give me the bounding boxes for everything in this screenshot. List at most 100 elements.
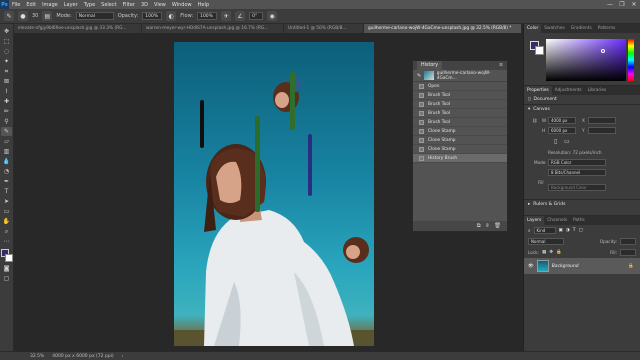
y-field[interactable] bbox=[588, 127, 616, 134]
history-brush-source-icon[interactable]: ✎ bbox=[417, 73, 421, 79]
blend-mode-select[interactable]: Normal bbox=[528, 238, 564, 245]
menu-file[interactable]: File bbox=[9, 2, 23, 8]
tab-paths[interactable]: Paths bbox=[570, 216, 588, 225]
zoom-tool-icon[interactable]: ⌕ bbox=[1, 227, 12, 236]
hue-slider[interactable] bbox=[628, 39, 634, 81]
mode-select[interactable]: Normal bbox=[75, 12, 114, 20]
tab-history[interactable]: History bbox=[417, 61, 443, 70]
tab-document-2[interactable]: warren-meyer-wyr-HOdlS7A-unsplash.jpg @ … bbox=[142, 24, 284, 33]
bg-color-chip[interactable] bbox=[535, 46, 544, 55]
zoom-level[interactable]: 32.5% bbox=[30, 354, 44, 359]
close-icon[interactable]: ✕ bbox=[628, 1, 640, 8]
height-field[interactable]: 6000 px bbox=[548, 127, 576, 134]
menu-image[interactable]: Image bbox=[39, 2, 61, 8]
brush-tool-icon[interactable]: ✏ bbox=[1, 107, 12, 116]
history-brush-tool-icon[interactable]: ✎ bbox=[1, 127, 12, 136]
type-filter-icon[interactable]: T bbox=[573, 228, 576, 233]
lasso-tool-icon[interactable]: ◌ bbox=[1, 47, 12, 56]
portrait-orientation-icon[interactable]: ▯ bbox=[554, 138, 557, 145]
menu-edit[interactable]: Edit bbox=[23, 2, 39, 8]
blur-tool-icon[interactable]: 💧 bbox=[1, 157, 12, 166]
layer-fill-field[interactable] bbox=[620, 249, 636, 256]
color-swatches[interactable] bbox=[0, 249, 13, 263]
eraser-tool-icon[interactable]: ▱ bbox=[1, 137, 12, 146]
eye-icon[interactable]: 👁 bbox=[528, 264, 534, 269]
tab-channels[interactable]: Channels bbox=[544, 216, 570, 225]
rectangle-tool-icon[interactable]: ▭ bbox=[1, 207, 12, 216]
airbrush-icon[interactable]: ✈ bbox=[221, 11, 232, 21]
crop-tool-icon[interactable]: ⌗ bbox=[1, 67, 12, 76]
tab-layers[interactable]: Layers bbox=[524, 216, 545, 225]
bit-depth-select[interactable]: 8 Bits/Channel bbox=[548, 169, 606, 176]
status-arrow-icon[interactable]: › bbox=[122, 354, 124, 359]
pen-tool-icon[interactable]: ✒ bbox=[1, 177, 12, 186]
history-step[interactable]: Brush Tool bbox=[413, 109, 507, 118]
lock-position-icon[interactable]: ✥ bbox=[549, 250, 553, 255]
brush-preset-icon[interactable]: ● bbox=[18, 11, 28, 21]
x-field[interactable] bbox=[588, 117, 616, 124]
gradient-tool-icon[interactable]: ▥ bbox=[1, 147, 12, 156]
menu-window[interactable]: Window bbox=[169, 2, 195, 8]
menu-3d[interactable]: 3D bbox=[138, 2, 151, 8]
minimize-icon[interactable]: — bbox=[604, 1, 616, 8]
tab-color[interactable]: Color bbox=[524, 24, 542, 33]
adjustment-filter-icon[interactable]: ◑ bbox=[566, 228, 570, 233]
history-step[interactable]: Brush Tool bbox=[413, 118, 507, 127]
pressure-size-icon[interactable]: ◉ bbox=[267, 11, 278, 21]
flow-field[interactable]: 100% bbox=[197, 12, 218, 20]
type-tool-icon[interactable]: T bbox=[1, 187, 12, 196]
quick-select-tool-icon[interactable]: ✦ bbox=[1, 57, 12, 66]
history-step[interactable]: Clone Stamp bbox=[413, 145, 507, 154]
tab-document-4[interactable]: guilherme-carlano-wojW-4GaCme-unsplash.j… bbox=[364, 24, 522, 33]
more-tools-icon[interactable]: ⋯ bbox=[1, 237, 12, 246]
history-brush-icon[interactable]: ✎ bbox=[4, 11, 14, 21]
shape-filter-icon[interactable]: ▢ bbox=[578, 228, 582, 233]
tab-patterns[interactable]: Patterns bbox=[595, 24, 619, 33]
fill-select[interactable]: Background Color bbox=[548, 184, 606, 191]
angle-icon[interactable]: ∠ bbox=[235, 11, 246, 21]
opacity-field[interactable]: 100% bbox=[142, 12, 163, 20]
lock-pixels-icon[interactable]: ▦ bbox=[542, 250, 546, 255]
link-icon[interactable]: ⛓ bbox=[532, 118, 537, 124]
menu-type[interactable]: Type bbox=[81, 2, 98, 8]
tab-gradients[interactable]: Gradients bbox=[568, 24, 595, 33]
document-canvas-photo[interactable] bbox=[174, 42, 374, 346]
menu-layer[interactable]: Layer bbox=[61, 2, 81, 8]
color-mode-select[interactable]: RGB Color bbox=[548, 159, 606, 166]
move-tool-icon[interactable]: ✥ bbox=[1, 27, 12, 36]
quick-mask-icon[interactable]: ◙ bbox=[1, 264, 12, 273]
angle-field[interactable]: 0° bbox=[249, 12, 264, 20]
tab-document-3[interactable]: Untitled-1 @ 50% (RGB/8... bbox=[284, 24, 364, 33]
layer-lock-icon[interactable]: 🔒 bbox=[628, 264, 640, 269]
history-step[interactable]: Clone Stamp bbox=[413, 127, 507, 136]
pressure-opacity-icon[interactable]: ◐ bbox=[166, 11, 177, 21]
tab-document-1[interactable]: elevate-nfgjy9bl69oe-unsplash.jpg @ 33.3… bbox=[14, 24, 142, 33]
eyedropper-tool-icon[interactable]: ⌇ bbox=[1, 87, 12, 96]
history-snapshot[interactable]: ✎ guilherme-carlano-wojW-4GaCm... bbox=[413, 70, 507, 82]
lock-all-icon[interactable]: 🔒 bbox=[556, 250, 562, 255]
history-step[interactable]: Clone Stamp bbox=[413, 136, 507, 145]
pixel-filter-icon[interactable]: ▣ bbox=[559, 228, 563, 233]
landscape-orientation-icon[interactable]: ▭ bbox=[564, 138, 570, 145]
layer-row-background[interactable]: 👁 Background 🔒 bbox=[524, 258, 640, 274]
tab-properties[interactable]: Properties bbox=[524, 86, 552, 95]
menu-help[interactable]: Help bbox=[195, 2, 212, 8]
screen-mode-icon[interactable]: ▢ bbox=[1, 274, 12, 283]
color-picker-field[interactable] bbox=[546, 39, 626, 81]
path-select-tool-icon[interactable]: ➤ bbox=[1, 197, 12, 206]
photoshop-logo[interactable]: Ps bbox=[0, 0, 9, 9]
history-step[interactable]: Brush Tool bbox=[413, 100, 507, 109]
tab-swatches[interactable]: Swatches bbox=[541, 24, 568, 33]
tab-adjustments[interactable]: Adjustments bbox=[552, 86, 585, 95]
rulers-grids-header[interactable]: ▸ Rulers & Grids bbox=[524, 200, 640, 209]
history-step[interactable]: Open bbox=[413, 82, 507, 91]
healing-brush-tool-icon[interactable]: ✚ bbox=[1, 97, 12, 106]
new-document-from-state-icon[interactable]: ⧉ bbox=[477, 223, 481, 230]
hand-tool-icon[interactable]: ✋ bbox=[1, 217, 12, 226]
dodge-tool-icon[interactable]: ◔ bbox=[1, 167, 12, 176]
menu-select[interactable]: Select bbox=[98, 2, 119, 8]
marquee-tool-icon[interactable]: ⬚ bbox=[1, 37, 12, 46]
menu-filter[interactable]: Filter bbox=[120, 2, 138, 8]
tab-libraries[interactable]: Libraries bbox=[585, 86, 610, 95]
frame-tool-icon[interactable]: ⊠ bbox=[1, 77, 12, 86]
